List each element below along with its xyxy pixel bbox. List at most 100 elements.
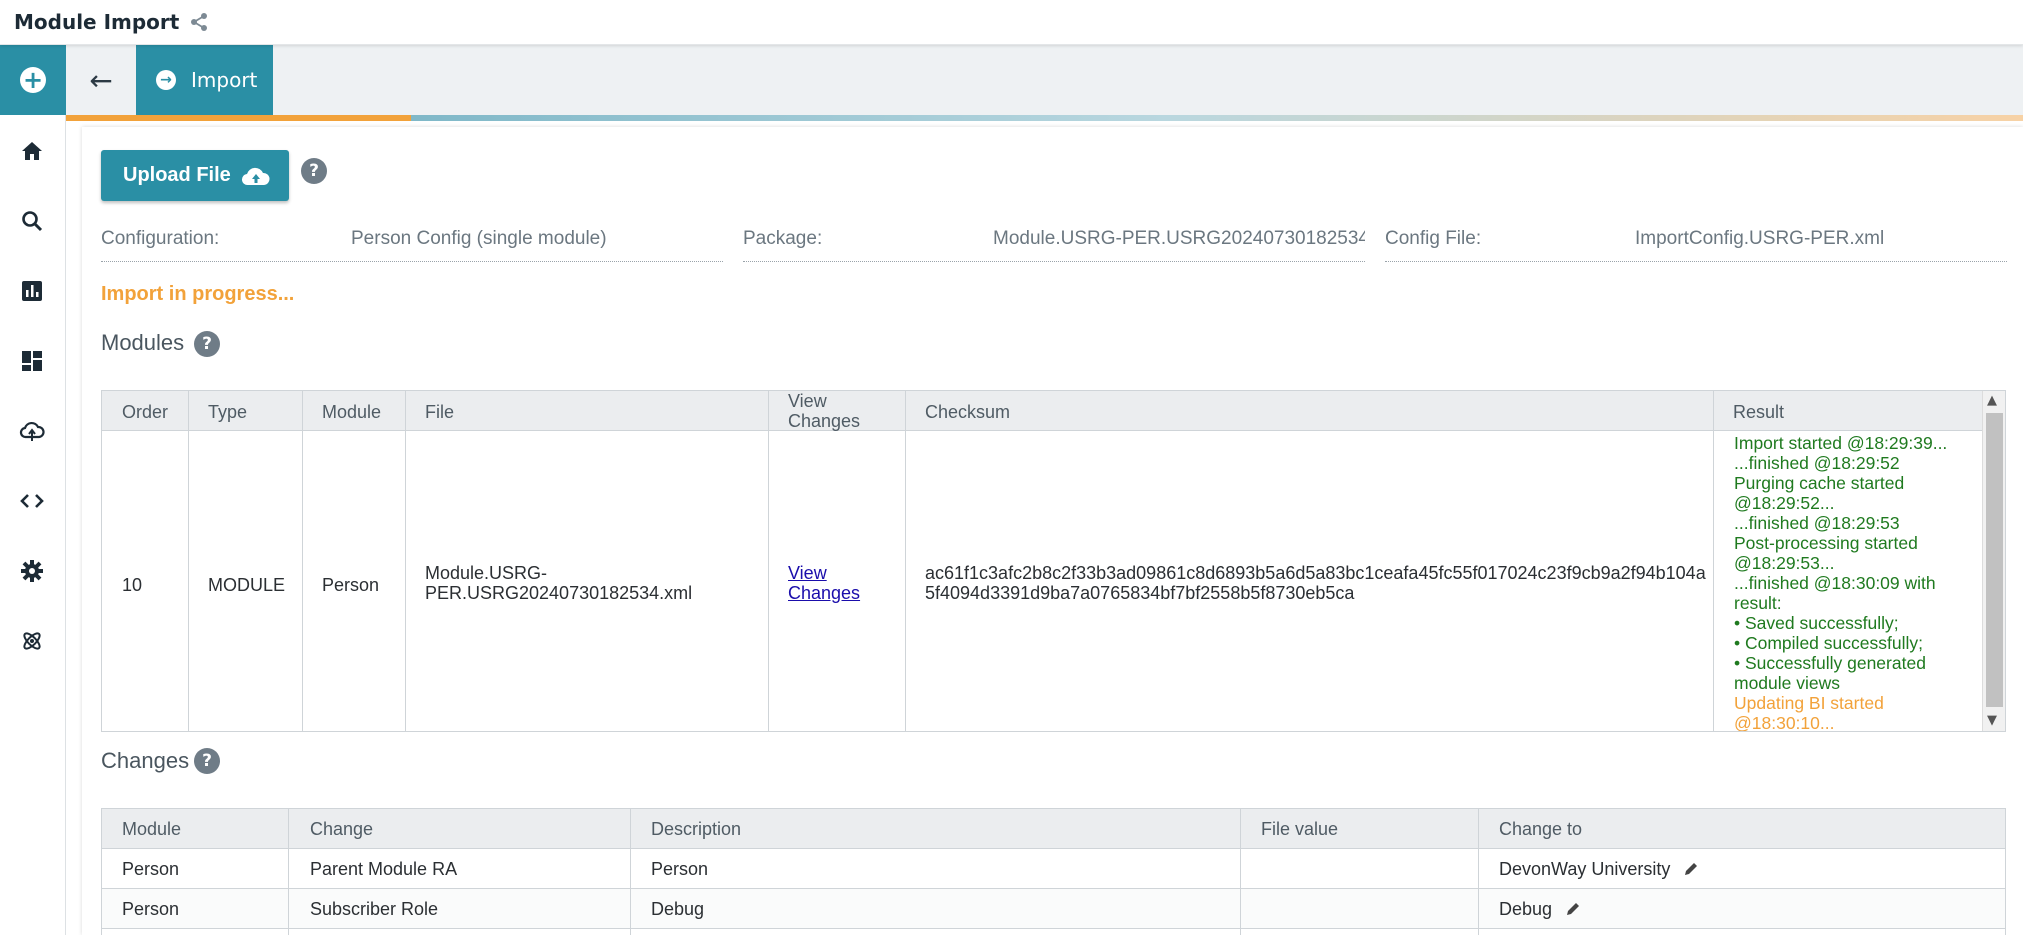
result-scrollbar[interactable]: ▲ ▼ [1982,391,2005,731]
loading-progress-line [66,115,2023,121]
arrow-right-circle-icon: → [156,70,176,90]
settings-gear-icon[interactable] [18,557,46,585]
upload-file-label: Upload File [123,164,231,186]
cell-change-to-value: DevonWay University [1499,859,1671,879]
cell-change-to[interactable]: Debug [1499,899,1581,920]
changes-section-title: Changes [101,748,190,773]
row-module: Person [322,575,380,595]
configuration-field: Configuration: Person Config (single mod… [101,222,723,262]
result-line: Post-processing started [1734,533,1918,553]
view-changes-link-line1: View [788,563,827,583]
tab-import[interactable]: → Import [136,45,273,115]
search-icon[interactable] [18,207,46,235]
scroll-down-icon[interactable]: ▼ [1987,713,1997,728]
config-file-value: ImportConfig.USRG-PER.xml [1635,228,1885,249]
result-line: Purging cache started [1734,473,1905,493]
upload-file-button[interactable]: Upload File [101,150,289,201]
changes-table-header: Module Change Description File value Cha… [102,809,2005,849]
result-line: @18:29:53... [1734,553,1835,573]
back-arrow-icon[interactable]: ← [66,45,136,115]
configuration-label: Configuration: [101,228,220,249]
row-file-line1: Module.USRG- [425,563,548,583]
result-pending-line: Updating BI started [1734,693,1884,713]
scroll-up-icon[interactable]: ▲ [1987,393,1997,408]
header-description[interactable]: Description [651,819,741,840]
header-result[interactable]: Result [1733,402,1784,423]
header-type[interactable]: Type [208,402,247,423]
result-line: • Successfully generated [1734,653,1926,673]
modules-help-icon[interactable]: ? [194,331,220,357]
modules-section-title: Modules [101,330,185,355]
row-file: Module.USRG- PER.USRG20240730182534.xml [425,563,692,603]
tab-import-label: Import [191,68,258,92]
table-row: Person Parent Module RA Person DevonWay … [102,849,2005,889]
result-line: Import started @18:29:39... [1734,433,1948,453]
column-divider [905,391,906,731]
cell-change-to[interactable]: DevonWay University [1499,859,1699,880]
code-icon[interactable] [18,487,46,515]
column-divider [302,391,303,731]
changes-help-icon[interactable]: ? [194,748,220,774]
column-divider [1240,809,1241,935]
result-line: • Saved successfully; [1734,613,1899,633]
column-divider [405,391,406,731]
scrollbar-thumb[interactable] [1986,413,2003,707]
share-icon[interactable] [189,12,209,32]
header-view-changes[interactable]: View Changes [788,391,860,431]
edit-pencil-icon[interactable] [1683,861,1699,877]
modules-table-header [102,391,2005,431]
cell-description: Person [651,859,709,879]
add-button[interactable]: + [0,45,66,115]
column-divider [630,809,631,935]
nav-rail: + [0,45,66,935]
header-change[interactable]: Change [310,819,373,840]
column-divider [288,809,289,935]
header-change-module[interactable]: Module [122,819,181,840]
configuration-value: Person Config (single module) [351,228,607,249]
view-changes-link[interactable]: View Changes [788,563,860,603]
row-result: Import started @18:29:39... ...finished … [1734,433,1959,732]
result-line: result: [1734,593,1782,613]
import-status: Import in progress... [101,283,295,305]
result-line: • Compiled successfully; [1734,633,1923,653]
plus-icon: + [20,67,46,93]
row-order: 10 [122,575,143,595]
cloud-upload-icon [241,167,270,185]
changes-table: Module Change Description File value Cha… [101,808,2006,935]
cloud-sync-icon[interactable] [18,417,46,445]
column-divider [188,391,189,731]
page-title: Module Import [14,10,180,34]
header-view-changes-line1: View [788,391,827,411]
column-divider [1713,391,1714,731]
cell-change: Parent Module RA [310,859,458,879]
dashboard-icon[interactable] [18,347,46,375]
header-module[interactable]: Module [322,402,381,423]
title-bar: Module Import [0,0,2023,45]
home-icon[interactable] [18,137,46,165]
package-label: Package: [743,228,823,249]
result-pending-line: @18:30:10... [1734,713,1835,732]
cell-change-to-value: Debug [1499,899,1553,919]
row-file-line2: PER.USRG20240730182534.xml [425,583,693,603]
header-order[interactable]: Order [122,402,168,423]
header-file[interactable]: File [425,402,454,423]
row-checksum-line1: ac61f1c3afc2b8c2f33b3ad09861c8d6893b5a6d… [925,563,1706,583]
cell-module: Person [122,859,180,879]
atom-icon[interactable] [18,627,46,655]
result-line: @18:29:52... [1734,493,1835,513]
header-change-to[interactable]: Change to [1499,819,1582,840]
cell-change: Subscriber Role [310,899,439,919]
result-line: ...finished @18:30:09 with [1734,573,1936,593]
report-chart-icon[interactable] [18,277,46,305]
upload-help-icon[interactable]: ? [301,158,327,184]
package-field: Package: Module.USRG-PER.USRG20240730182… [743,222,1365,262]
row-checksum-line2: 5f4094d3391d9ba7a0765834bf7bf2558b5f8730… [925,583,1355,603]
config-file-label: Config File: [1385,228,1482,249]
package-value: Module.USRG-PER.USRG20240730182534.xml [993,228,1365,249]
header-view-changes-line2: Changes [788,411,861,431]
result-line: module views [1734,673,1841,693]
header-file-value[interactable]: File value [1261,819,1338,840]
edit-pencil-icon[interactable] [1565,901,1581,917]
header-checksum[interactable]: Checksum [925,402,1010,423]
column-divider [768,391,769,731]
